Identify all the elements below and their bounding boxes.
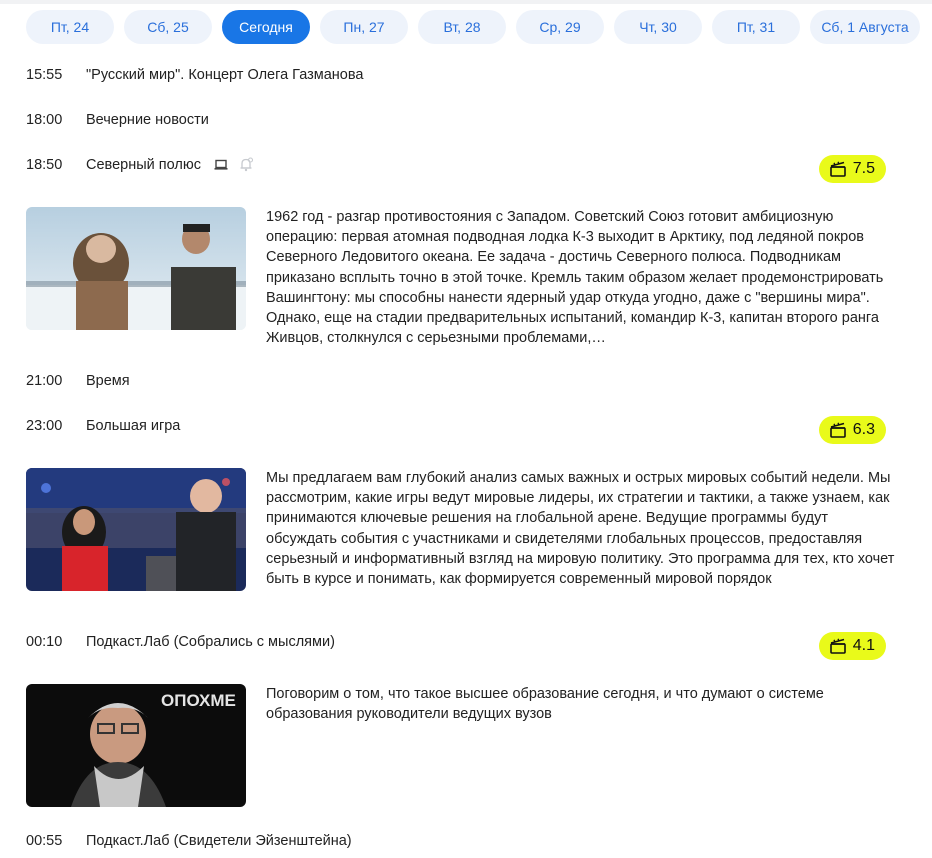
program-title[interactable]: Северный полюс <box>86 155 201 175</box>
day-tabs: Пт, 24 Сб, 25 Сегодня Пн, 27 Вт, 28 Ср, … <box>26 10 920 44</box>
day-tab-thu-30[interactable]: Чт, 30 <box>614 10 702 44</box>
day-tab-fri-24[interactable]: Пт, 24 <box>26 10 114 44</box>
program-description: 1962 год - разгар противостояния с Запад… <box>266 209 884 347</box>
program-thumbnail-arctic[interactable] <box>26 207 246 330</box>
day-tab-wed-29[interactable]: Ср, 29 <box>516 10 604 44</box>
program-time: 00:10 <box>26 634 63 650</box>
program-row: 15:55 "Русский мир". Концерт Олега Газма… <box>26 65 886 85</box>
image-overlay-text: ОПОХМЕ <box>161 691 236 710</box>
program-title[interactable]: Подкаст.Лаб (Собрались с мыслями) <box>86 632 335 652</box>
program-time: 21:00 <box>26 373 63 389</box>
program-time: 23:00 <box>26 418 63 434</box>
day-tab-today[interactable]: Сегодня <box>222 10 310 44</box>
program-time: 18:00 <box>26 112 63 128</box>
program-row: 18:00 Вечерние новости <box>26 110 886 130</box>
rating-badge[interactable]: 7.5 <box>818 155 886 183</box>
program-row: 00:55 Подкаст.Лаб (Свидетели Эйзенштейна… <box>26 831 886 851</box>
day-tab-fri-31[interactable]: Пт, 31 <box>712 10 800 44</box>
day-tab-mon-27[interactable]: Пн, 27 <box>320 10 408 44</box>
program-thumbnail-studio[interactable] <box>26 468 246 591</box>
program-thumbnail-podcast[interactable]: ОПОХМЕ <box>26 684 246 807</box>
laptop-icon[interactable] <box>214 159 228 171</box>
program-description: Поговорим о том, что такое высшее образо… <box>266 686 824 723</box>
clapperboard-icon <box>829 422 846 438</box>
clapperboard-icon <box>829 161 846 177</box>
rating-value: 6.3 <box>852 421 875 438</box>
clapperboard-icon <box>829 638 846 654</box>
program-description: Мы предлагаем вам глубокий анализ самых … <box>266 470 895 588</box>
program-time: 18:50 <box>26 157 63 173</box>
bell-icon[interactable] <box>238 157 254 172</box>
program-row: 21:00 Время <box>26 371 886 391</box>
day-tab-sat-aug-1[interactable]: Сб, 1 Августа <box>810 10 920 44</box>
rating-value: 7.5 <box>852 160 875 177</box>
day-tab-tue-28[interactable]: Вт, 28 <box>418 10 506 44</box>
program-title[interactable]: "Русский мир". Концерт Олега Газманова <box>86 65 363 85</box>
program-time: 15:55 <box>26 67 63 83</box>
program-row: 00:10 Подкаст.Лаб (Собрались с мыслями) … <box>26 632 886 660</box>
program-row: 18:50 Северный полюс 7.5 <box>26 155 886 183</box>
day-tab-sat-25[interactable]: Сб, 25 <box>124 10 212 44</box>
program-title[interactable]: Вечерние новости <box>86 110 209 130</box>
rating-value: 4.1 <box>852 637 875 654</box>
program-title[interactable]: Подкаст.Лаб (Свидетели Эйзенштейна) <box>86 831 352 851</box>
rating-badge[interactable]: 4.1 <box>818 632 886 660</box>
program-extra-icons <box>214 157 254 172</box>
program-time: 00:55 <box>26 833 63 849</box>
program-title[interactable]: Большая игра <box>86 416 180 436</box>
top-divider <box>0 0 932 4</box>
program-row: 23:00 Большая игра 6.3 <box>26 416 886 444</box>
program-title[interactable]: Время <box>86 371 130 391</box>
rating-badge[interactable]: 6.3 <box>818 416 886 444</box>
